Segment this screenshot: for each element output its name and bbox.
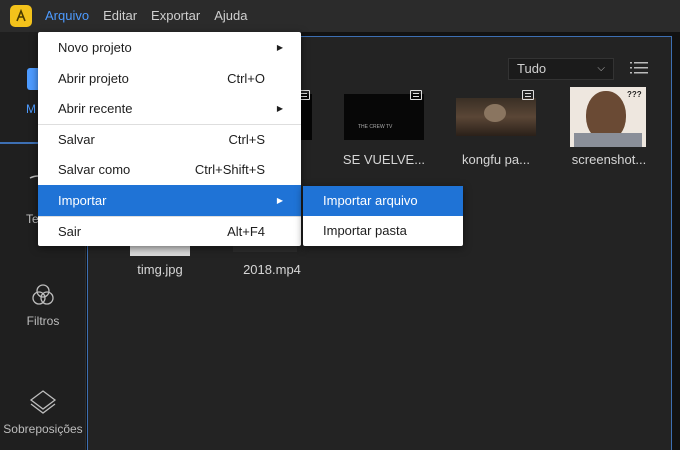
media-label: kongfu pa... — [462, 152, 530, 167]
menu-ajuda[interactable]: Ajuda — [207, 0, 254, 32]
menu-item-label: Abrir recente — [58, 101, 133, 116]
menu-item-label: Abrir projeto — [58, 71, 129, 86]
filter-select[interactable]: Tudo ⌵ — [508, 58, 614, 80]
menu-item-shortcut: Ctrl+S — [228, 132, 265, 147]
menu-item-shortcut: Alt+F4 — [227, 224, 265, 239]
media-label: 2018.mp4 — [243, 262, 301, 277]
media-label: screenshot... — [571, 152, 647, 167]
menu-item-label: Importar — [58, 193, 107, 208]
menu-item-import[interactable]: Importar ▶ — [38, 185, 301, 216]
thumbnail-shirt — [574, 133, 642, 147]
menu-item-shortcut: Ctrl+O — [227, 71, 265, 86]
overlays-icon — [29, 390, 57, 414]
media-thumbnail[interactable] — [130, 246, 190, 256]
menu-item-new-project[interactable]: Novo projeto ▶ — [38, 32, 301, 63]
filter-select-value: Tudo — [517, 61, 547, 76]
media-thumbnail[interactable]: ??? — [570, 87, 646, 147]
menu-exportar[interactable]: Exportar — [144, 0, 207, 32]
sidebar-item-label: Te — [26, 212, 39, 226]
menu-item-import-folder[interactable]: Importar pasta — [303, 216, 463, 246]
menu-item-label: Importar pasta — [323, 223, 407, 238]
app-logo-icon — [10, 5, 32, 27]
menu-item-save[interactable]: Salvar Ctrl+S — [38, 124, 301, 155]
submenu-arrow-icon: ▶ — [276, 104, 283, 113]
media-thumbnail[interactable] — [456, 98, 536, 136]
menu-item-shortcut: Ctrl+Shift+S — [194, 162, 265, 177]
menu-editar[interactable]: Editar — [96, 0, 144, 32]
submenu-arrow-icon: ▶ — [276, 196, 283, 205]
menu-item-label: Importar arquivo — [323, 193, 418, 208]
menu-item-save-as[interactable]: Salvar como Ctrl+Shift+S — [38, 154, 301, 185]
menu-item-open-project[interactable]: Abrir projeto Ctrl+O — [38, 63, 301, 94]
menu-item-label: Salvar — [58, 132, 95, 147]
menu-item-label: Salvar como — [58, 162, 131, 177]
menu-item-label: Novo projeto — [58, 40, 132, 55]
media-label: SE VUELVE... — [342, 152, 426, 167]
sidebar-item-overlays[interactable]: Sobreposições — [0, 388, 86, 436]
import-submenu: Importar arquivo Importar pasta — [303, 186, 463, 246]
thumbnail-overlay-text: THE CREW TV — [358, 124, 393, 130]
menu-item-label: Sair — [58, 224, 82, 239]
sidebar-item-label: Sobreposições — [3, 422, 83, 436]
file-menu: Novo projeto ▶ Abrir projeto Ctrl+O Abri… — [38, 32, 301, 246]
menu-arquivo[interactable]: Arquivo — [38, 0, 96, 32]
thumbnail-figure — [484, 104, 506, 122]
menu-item-exit[interactable]: Sair Alt+F4 — [38, 216, 301, 247]
video-badge-icon — [410, 90, 422, 100]
sidebar-item-filters[interactable]: Filtros — [0, 282, 86, 328]
thumbnail-overlay-text: ??? — [627, 90, 642, 99]
media-thumbnail[interactable]: THE CREW TV — [344, 94, 424, 140]
media-label: timg.jpg — [137, 262, 183, 277]
filters-icon — [32, 284, 54, 305]
menu-item-import-file[interactable]: Importar arquivo — [303, 186, 463, 216]
sidebar-item-label: Filtros — [26, 314, 60, 328]
submenu-arrow-icon: ▶ — [276, 43, 283, 52]
video-badge-icon — [522, 90, 534, 100]
list-view-icon[interactable] — [630, 61, 648, 75]
menu-item-open-recent[interactable]: Abrir recente ▶ — [38, 93, 301, 124]
chevron-down-icon: ⌵ — [597, 63, 605, 74]
menu-bar: Arquivo Editar Exportar Ajuda — [0, 0, 680, 32]
sidebar-item-label: M — [26, 102, 36, 116]
